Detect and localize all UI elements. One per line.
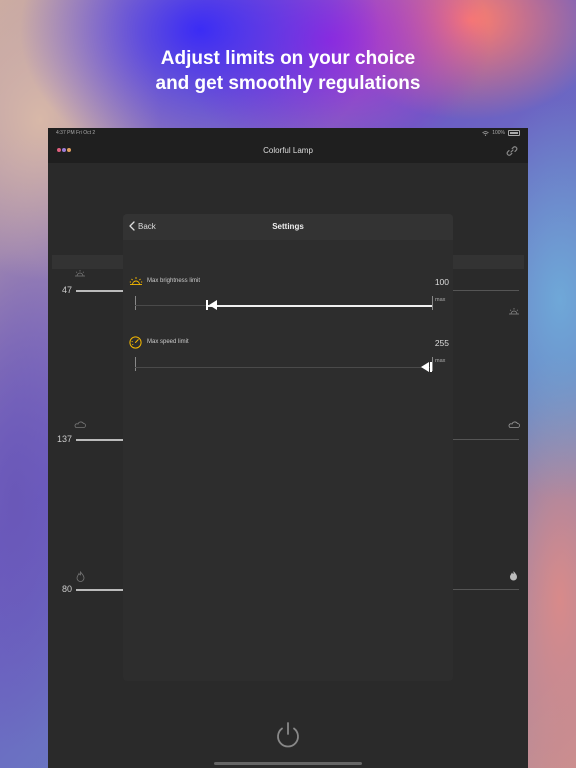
speed-track[interactable] xyxy=(135,367,432,368)
promo-headline-line1: Adjust limits on your choice xyxy=(160,48,416,69)
brightness-max-label: max xyxy=(435,297,446,303)
status-bar: 4:37 PM Fri Oct 2 100% xyxy=(48,128,528,138)
promo-headline-line2: and get smoothly regulations xyxy=(155,73,421,94)
scale-slider-track xyxy=(453,589,519,590)
brightness-limit-value: 100 xyxy=(434,277,449,287)
speed-value: 137 xyxy=(56,434,72,444)
brightness-slider-track xyxy=(453,290,519,291)
home-indicator[interactable] xyxy=(214,762,362,765)
brightness-slider[interactable] xyxy=(76,290,126,292)
flame-icon xyxy=(76,571,85,582)
speed-slider[interactable] xyxy=(76,439,126,441)
status-right: 100% xyxy=(482,128,520,138)
sun-icon xyxy=(129,277,143,285)
settings-modal: Back Settings Max brightness limit 100 m… xyxy=(123,214,453,681)
modal-title: Settings xyxy=(272,222,304,231)
battery-icon xyxy=(508,130,520,136)
sun-icon xyxy=(509,308,519,315)
speed-slider-track xyxy=(453,439,519,440)
sun-icon xyxy=(75,270,85,277)
brightness-slider-thumb[interactable] xyxy=(206,299,218,311)
link-icon[interactable] xyxy=(506,145,518,157)
speed-max-label: max xyxy=(435,358,446,364)
brightness-max-tick xyxy=(432,296,433,310)
speedometer-icon xyxy=(129,336,142,349)
speed-limit-label: Max speed limit xyxy=(147,339,189,345)
battery-percent: 100% xyxy=(492,130,505,136)
nav-bar: Colorful Lamp xyxy=(48,138,528,163)
power-icon[interactable] xyxy=(273,720,303,750)
brightness-track-fill xyxy=(206,304,432,307)
speed-slider-thumb[interactable] xyxy=(420,361,432,373)
modal-header: Back Settings xyxy=(123,214,453,240)
brightness-limit-label: Max brightness limit xyxy=(147,278,201,284)
speed-min-tick xyxy=(135,357,136,371)
scale-value: 80 xyxy=(61,584,72,594)
speed-max-tick xyxy=(432,357,433,371)
speed-limit-value: 255 xyxy=(434,338,449,348)
wifi-icon xyxy=(482,130,489,136)
brightness-min-tick xyxy=(135,296,136,310)
app-title: Colorful Lamp xyxy=(263,146,313,155)
flame-icon xyxy=(510,571,517,581)
brightness-value: 47 xyxy=(61,285,72,295)
promo-headline: Adjust limits on your choice and get smo… xyxy=(0,46,576,96)
scale-slider[interactable] xyxy=(76,589,126,591)
status-time: 4:37 PM Fri Oct 2 xyxy=(56,130,96,136)
cloud-icon xyxy=(74,421,86,428)
cloud-icon xyxy=(508,421,520,428)
